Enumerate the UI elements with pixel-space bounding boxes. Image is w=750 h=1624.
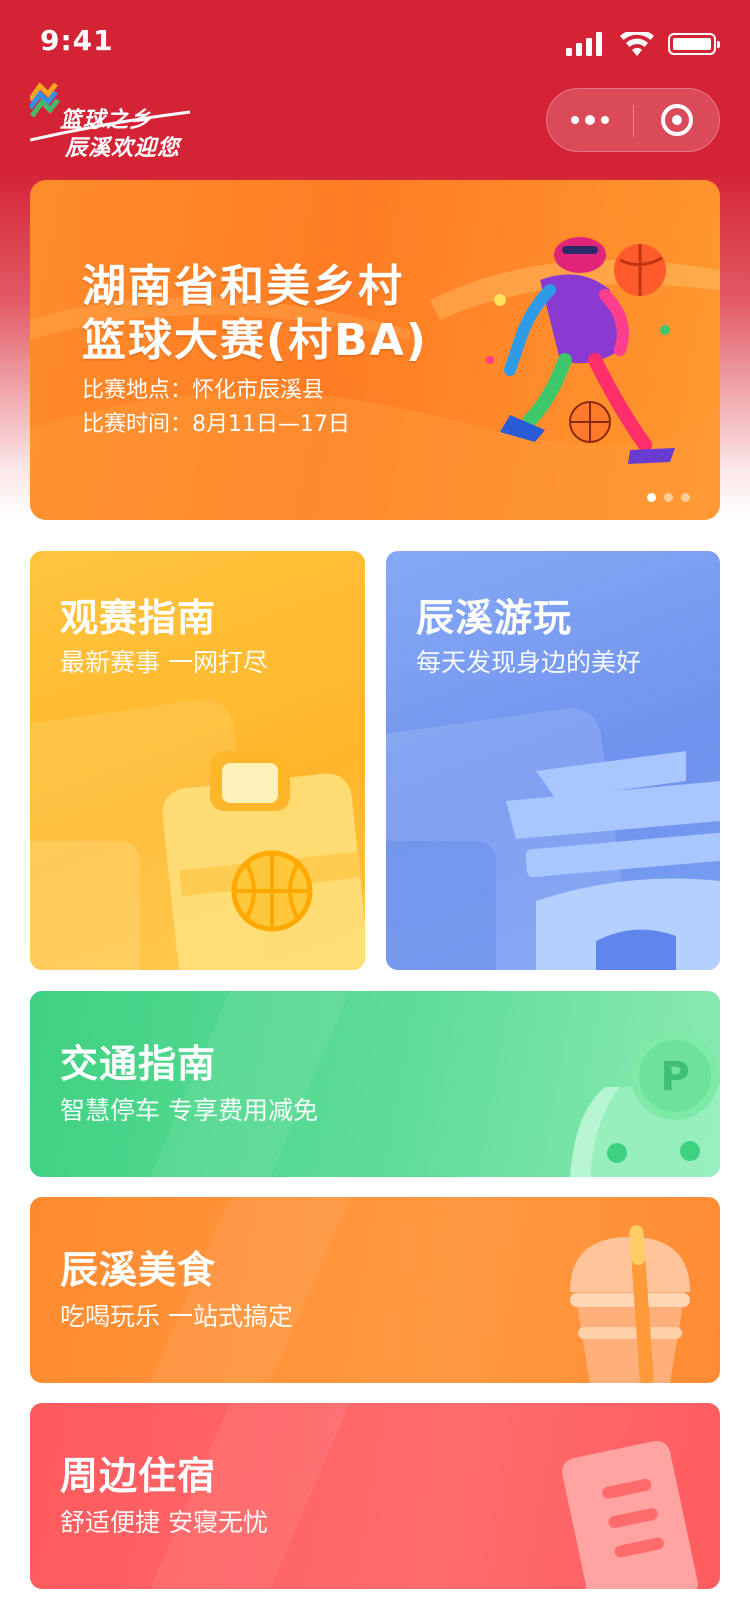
app-logo: 篮球之乡 辰溪欢迎您: [30, 82, 200, 162]
close-button[interactable]: [634, 89, 720, 151]
logo-text-line2: 辰溪欢迎您: [65, 136, 181, 161]
mini-program-capsule: [546, 88, 720, 152]
card-title: 周边住宿: [60, 1454, 217, 1498]
card-nearby-hotel[interactable]: 周边住宿 舒适便捷 安寝无忧: [30, 1403, 720, 1589]
card-subtitle: 舒适便捷 安寝无忧: [60, 1508, 268, 1537]
battery-icon: [668, 33, 720, 55]
parking-badge: P: [660, 1054, 690, 1100]
card-title: 交通指南: [60, 1042, 217, 1086]
banner-time: 比赛时间：8月11日—17日: [82, 412, 350, 437]
card-match-guide[interactable]: 观赛指南 最新赛事 一网打尽: [30, 551, 365, 970]
card-subtitle: 每天发现身边的美好: [416, 648, 642, 677]
card-traffic-guide[interactable]: P 交通指南 智慧停车 专享费用减免: [30, 991, 720, 1177]
card-subtitle: 最新赛事 一网打尽: [60, 648, 268, 677]
more-dots-icon: [571, 116, 579, 124]
card-chenxi-food[interactable]: 辰溪美食 吃喝玩乐 一站式搞定: [30, 1197, 720, 1383]
status-icons: [566, 30, 720, 58]
event-banner[interactable]: 湖南省和美乡村 篮球大赛(村BA) 比赛地点：怀化市辰溪县 比赛时间：8月11日…: [30, 180, 720, 520]
pagination-dot[interactable]: [681, 493, 690, 502]
card-title: 辰溪游玩: [416, 596, 573, 640]
more-button[interactable]: [547, 89, 633, 151]
signal-icon: [566, 32, 602, 56]
banner-pagination: [647, 493, 690, 502]
status-time: 9:41: [40, 24, 114, 57]
pagination-dot[interactable]: [664, 493, 673, 502]
banner-location: 比赛地点：怀化市辰溪县: [82, 378, 325, 403]
card-title: 辰溪美食: [60, 1248, 217, 1292]
card-subtitle: 智慧停车 专享费用减免: [60, 1096, 318, 1125]
wifi-icon: [620, 32, 654, 56]
card-title: 观赛指南: [60, 596, 217, 640]
close-target-icon: [661, 104, 693, 136]
basketball-player-illustration: [486, 237, 675, 464]
pagination-dot-active[interactable]: [647, 493, 656, 502]
card-chenxi-tour[interactable]: 辰溪游玩 每天发现身边的美好: [386, 551, 720, 970]
banner-title-line2: 篮球大赛(村BA): [82, 315, 428, 366]
card-subtitle: 吃喝玩乐 一站式搞定: [60, 1302, 293, 1331]
